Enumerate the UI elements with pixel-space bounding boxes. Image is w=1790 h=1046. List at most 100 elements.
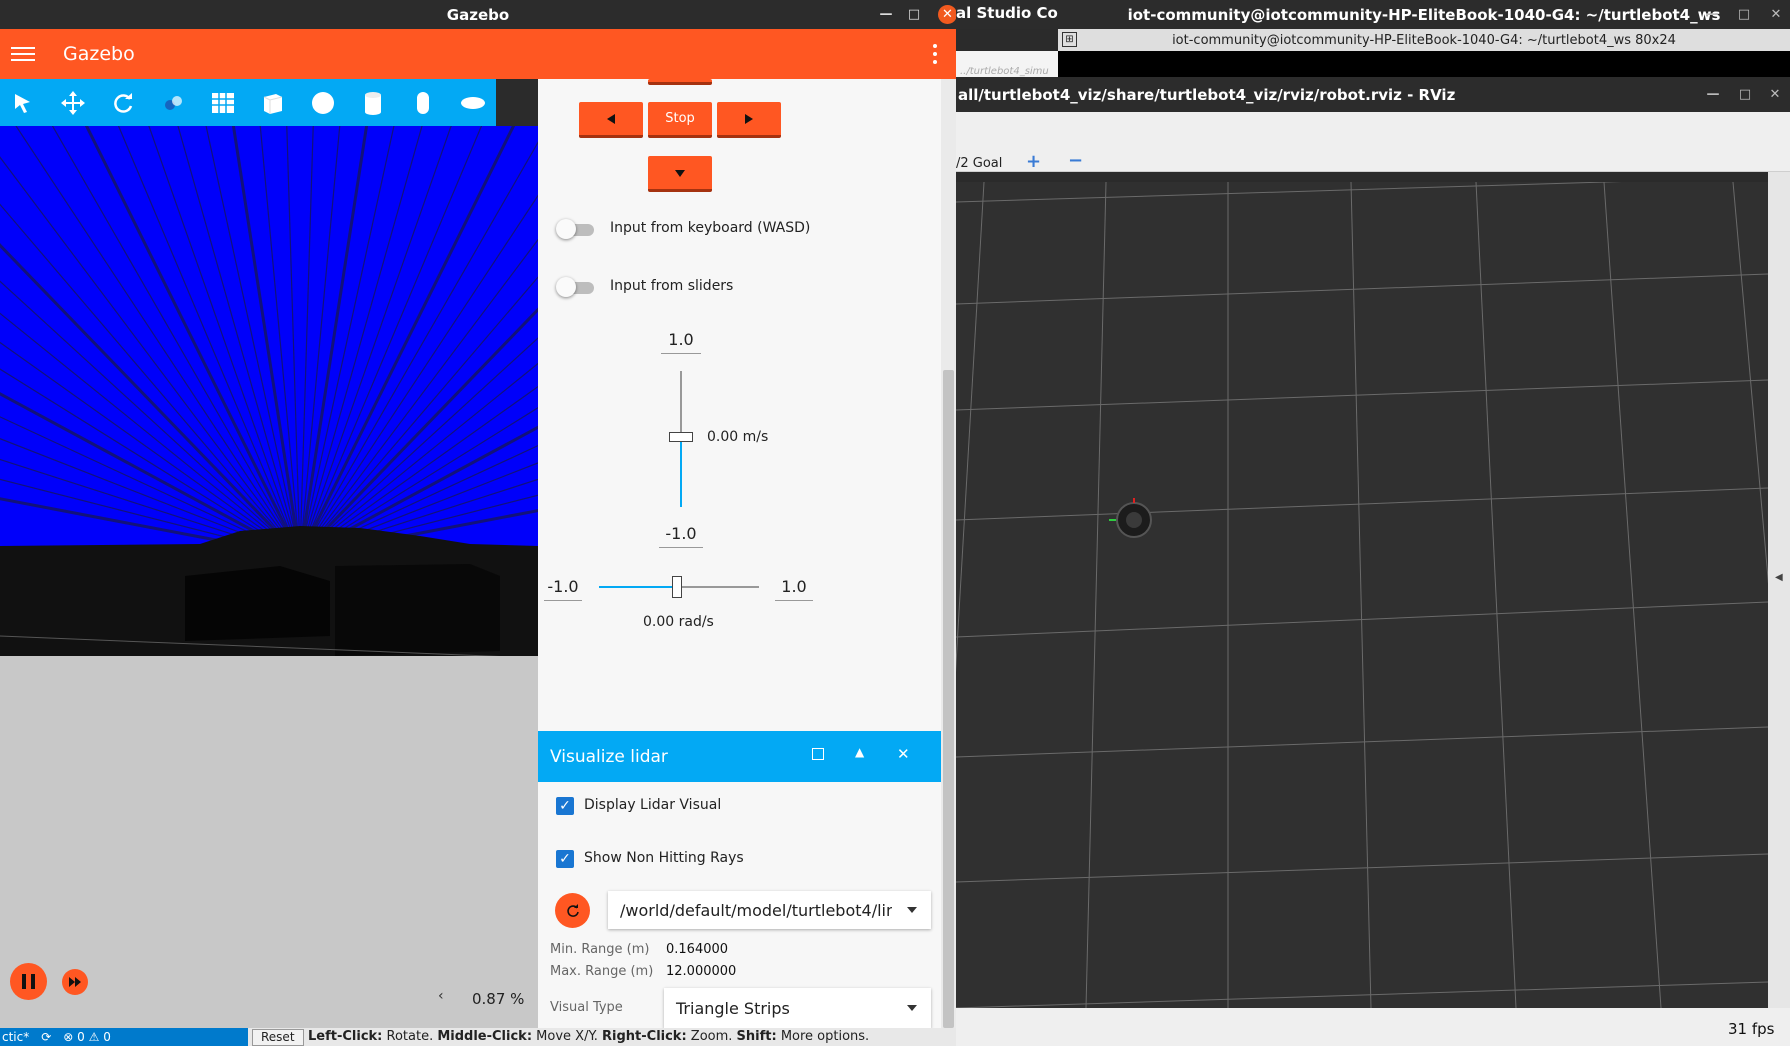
- close-icon[interactable]: ✕: [1761, 80, 1789, 109]
- capsule-shape-icon[interactable]: [408, 88, 438, 118]
- problems-indicator[interactable]: ⊗ 0 ⚠ 0: [63, 1030, 111, 1044]
- real-time-factor: 0.87 %: [472, 990, 525, 1008]
- rotate-tool-icon[interactable]: [108, 88, 138, 118]
- linear-velocity-value: 0.00 m/s: [707, 429, 769, 445]
- lidar-panel-header: Visualize lidar ▲ ✕: [538, 731, 941, 782]
- visual-type-select[interactable]: Triangle Strips: [664, 988, 931, 1028]
- minimize-icon[interactable]: —: [1699, 80, 1727, 109]
- sphere-shape-icon[interactable]: [308, 88, 338, 118]
- teleop-panel: Stop Input from keyboard (WASD) Input fr…: [538, 79, 941, 731]
- step-forward-button[interactable]: [62, 969, 88, 995]
- left-button[interactable]: [579, 102, 643, 138]
- show-non-hitting-rays-label: Show Non Hitting Rays: [584, 850, 744, 866]
- min-range-row: Min. Range (m) 0.164000: [550, 942, 728, 957]
- forward-button[interactable]: [648, 79, 712, 85]
- visual-type-value: Triangle Strips: [676, 998, 790, 1018]
- chevron-down-icon: [907, 907, 917, 913]
- rviz-window-title: all/turtlebot4_viz/share/turtlebot4_viz/…: [958, 85, 1456, 104]
- keyboard-input-label: Input from keyboard (WASD): [610, 220, 811, 236]
- close-icon[interactable]: ✕: [1762, 0, 1790, 29]
- chevron-down-icon: [907, 1005, 917, 1011]
- linear-slider-track: [680, 371, 682, 437]
- rviz-status-bar: 31 fps: [956, 1008, 1790, 1046]
- minimize-icon[interactable]: —: [872, 0, 900, 29]
- terminal-tab-title[interactable]: iot-community@iotcommunity-HP-EliteBook-…: [1172, 33, 1676, 48]
- more-options-icon[interactable]: [933, 44, 937, 64]
- shapes-toolbar: [0, 79, 496, 126]
- arrow-down-icon: [675, 169, 685, 177]
- background-window-fragment: ../turtlebot4_simu: [956, 51, 1058, 77]
- box-shape-icon[interactable]: [258, 88, 288, 118]
- add-tool-icon[interactable]: +: [1026, 151, 1041, 172]
- maximize-panel-icon[interactable]: [812, 748, 824, 760]
- stop-button[interactable]: Stop: [648, 102, 712, 138]
- ellipsoid-shape-icon[interactable]: [458, 88, 488, 118]
- select-tool-icon[interactable]: [8, 88, 38, 118]
- collapse-stats-icon[interactable]: ‹: [438, 988, 444, 1004]
- visual-type-label: Visual Type: [550, 1000, 623, 1015]
- max-range-value: 12.000000: [666, 964, 737, 979]
- angular-slider-track: [677, 586, 759, 588]
- reset-view-button[interactable]: Reset: [252, 1029, 304, 1046]
- refresh-topics-button[interactable]: [555, 893, 590, 928]
- mouse-hint-text: Left-Click: Rotate. Middle-Click: Move X…: [308, 1029, 870, 1044]
- sync-icon[interactable]: ⟳: [41, 1030, 51, 1044]
- right-button[interactable]: [717, 102, 781, 138]
- branch-status[interactable]: ctic*: [2, 1030, 29, 1044]
- translate-tool-icon[interactable]: [58, 88, 88, 118]
- gazebo-3d-scene[interactable]: [0, 126, 538, 1028]
- linear-max-field[interactable]: 1.0: [661, 330, 701, 354]
- linear-slider-thumb[interactable]: [669, 432, 693, 442]
- refresh-icon: [566, 903, 579, 917]
- linear-slider-fill: [680, 437, 682, 507]
- maximize-icon[interactable]: □: [1730, 0, 1758, 29]
- expand-side-panel-icon[interactable]: ◀: [1775, 572, 1783, 583]
- rviz-side-panel-handle[interactable]: ◀: [1768, 172, 1790, 1008]
- slider-input-toggle[interactable]: [556, 277, 594, 297]
- backward-button[interactable]: [648, 156, 712, 192]
- max-range-row: Max. Range (m) 12.000000: [550, 964, 736, 979]
- angular-max-field[interactable]: 1.0: [775, 577, 813, 601]
- angular-slider-thumb[interactable]: [672, 576, 682, 598]
- fps-readout: 31 fps: [1728, 1020, 1775, 1038]
- rviz-title-bar: all/turtlebot4_viz/share/turtlebot4_viz/…: [956, 77, 1790, 112]
- arrow-left-icon: [607, 113, 615, 124]
- vscode-status-bar: ctic* ⟳ ⊗ 0 ⚠ 0: [0, 1028, 248, 1046]
- slider-input-label: Input from sliders: [610, 278, 734, 294]
- pause-button[interactable]: [10, 963, 47, 1000]
- cylinder-shape-icon[interactable]: [358, 88, 388, 118]
- close-icon[interactable]: ✕: [938, 5, 957, 24]
- keyboard-input-toggle[interactable]: [556, 219, 594, 239]
- minimize-icon[interactable]: —: [1698, 0, 1726, 29]
- show-non-hitting-rays-checkbox[interactable]: ✓: [556, 850, 574, 868]
- angular-min-field[interactable]: -1.0: [544, 577, 582, 601]
- panel-scrollbar-thumb[interactable]: [943, 370, 954, 1028]
- terminal-tab-bar: ⊞ iot-community@iotcommunity-HP-EliteBoo…: [1058, 29, 1790, 51]
- snapshot-tool-icon[interactable]: [158, 88, 188, 118]
- display-lidar-visual-checkbox[interactable]: ✓: [556, 797, 574, 815]
- terminal-body[interactable]: [1058, 51, 1790, 77]
- grid-tool-icon[interactable]: [208, 88, 238, 118]
- remove-tool-icon[interactable]: −: [1068, 150, 1083, 171]
- lidar-topic-value: /world/default/model/turtlebot4/lin: [620, 900, 892, 920]
- terminal-title-bar: iot-community@iotcommunity-HP-EliteBook-…: [1058, 0, 1790, 29]
- lidar-panel-body: ✓ Display Lidar Visual ✓ Show Non Hittin…: [538, 782, 941, 1028]
- gazebo-title-bar: Gazebo — □ ✕: [0, 0, 957, 29]
- maximize-icon[interactable]: □: [1731, 80, 1759, 109]
- min-range-label: Min. Range (m): [550, 942, 650, 957]
- min-range-value: 0.164000: [666, 942, 729, 957]
- lidar-topic-select[interactable]: /world/default/model/turtlebot4/lin: [608, 891, 931, 929]
- gazebo-app-bar: Gazebo: [0, 29, 956, 79]
- new-tab-icon[interactable]: ⊞: [1062, 32, 1077, 47]
- hamburger-menu-icon[interactable]: [11, 47, 35, 61]
- linear-min-field[interactable]: -1.0: [659, 524, 703, 548]
- lidar-panel-title: Visualize lidar: [550, 746, 668, 767]
- terminal-window-title: iot-community@iotcommunity-HP-EliteBook-…: [1127, 5, 1721, 24]
- maximize-icon[interactable]: □: [900, 0, 928, 29]
- collapse-panel-icon[interactable]: ▲: [855, 745, 864, 759]
- nav2-goal-tool[interactable]: /2 Goal: [956, 156, 1002, 171]
- vscode-title-fragment: al Studio Code: [956, 0, 1058, 29]
- rviz-3d-view[interactable]: [956, 182, 1768, 1008]
- angular-slider-fill: [599, 586, 677, 588]
- close-panel-icon[interactable]: ✕: [897, 745, 910, 763]
